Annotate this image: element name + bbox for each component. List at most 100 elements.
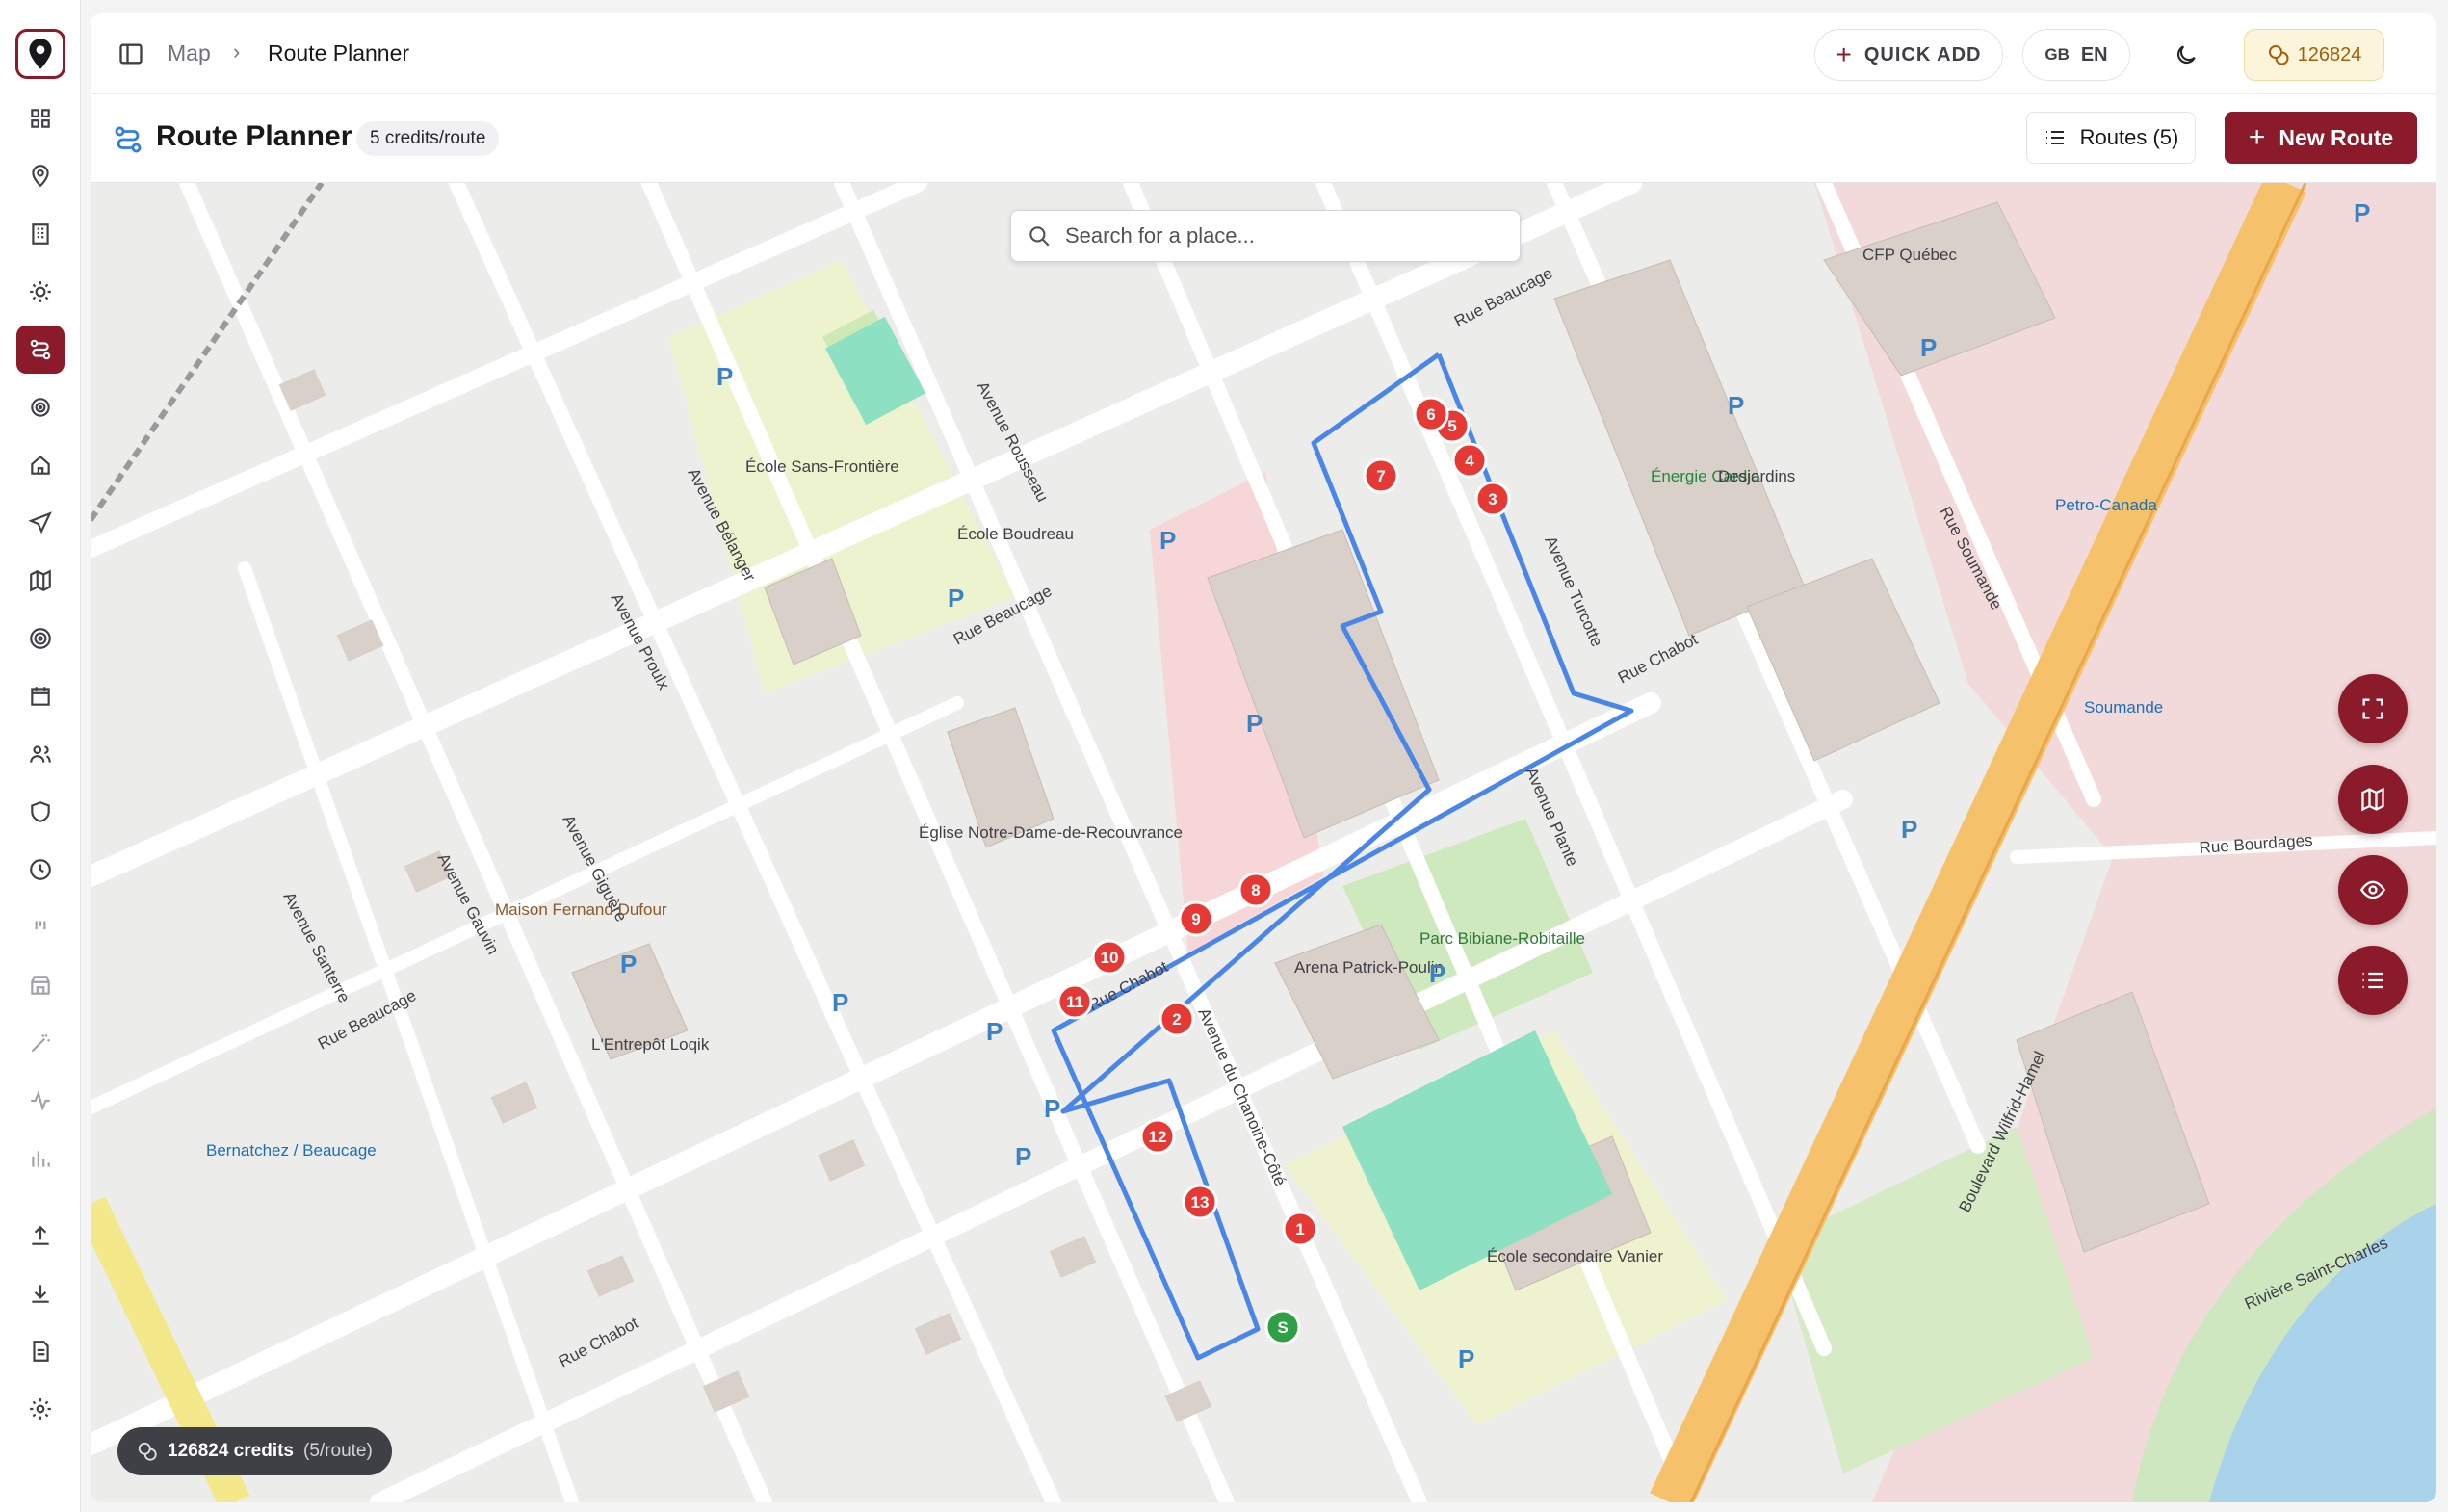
language-label: EN — [2080, 43, 2108, 65]
place-search[interactable] — [1010, 210, 1521, 262]
calendar-icon — [31, 687, 50, 706]
buildings-button[interactable] — [16, 210, 65, 258]
map-base: Rue Beaucage Rue Beaucage Rue Beaucage R… — [91, 183, 2436, 1502]
map-icon — [2361, 787, 2384, 812]
route-list-fab[interactable] — [2338, 946, 2408, 1015]
documents-button[interactable] — [16, 1327, 65, 1375]
theme-toggle-button[interactable] — [2149, 29, 2223, 81]
left-rail — [0, 0, 81, 1512]
credits-value: 126824 — [2297, 43, 2362, 65]
svg-text:P: P — [948, 584, 964, 613]
security-button[interactable] — [16, 788, 65, 836]
building-icon — [32, 223, 49, 245]
credits-toast: 126824 credits (5/route) — [117, 1427, 392, 1475]
app-logo[interactable] — [15, 29, 65, 79]
quick-add-label: QUICK ADD — [1863, 43, 1982, 65]
credits-toast-amount: 126824 credits — [168, 1441, 294, 1461]
fullscreen-button[interactable] — [2338, 674, 2408, 743]
breadcrumb-separator: › — [233, 39, 241, 64]
svg-text:P: P — [1458, 1344, 1474, 1373]
stats-button[interactable] — [16, 1134, 65, 1183]
targets-button[interactable] — [16, 383, 65, 431]
svg-text:P: P — [1044, 1094, 1060, 1123]
bar-chart-icon — [32, 1151, 50, 1167]
radar-button[interactable] — [16, 614, 65, 663]
eye-icon — [2359, 880, 2386, 899]
crosshair-icon — [31, 398, 50, 417]
svg-text:P: P — [1159, 526, 1176, 555]
route-icon — [115, 126, 142, 153]
flag-icon: GB — [2044, 45, 2070, 64]
navigate-button[interactable] — [16, 499, 65, 547]
bars-button[interactable] — [16, 903, 65, 952]
route-icon — [30, 339, 51, 360]
language-button[interactable]: GB EN — [2022, 29, 2130, 81]
settings-button[interactable] — [16, 1385, 65, 1433]
label-petro: Petro-Canada — [2055, 496, 2157, 514]
calendar-button[interactable] — [16, 672, 65, 720]
credits-toast-rate: (5/route) — [303, 1441, 373, 1461]
route-planner-button[interactable] — [16, 326, 65, 374]
label-rue-beaucage-1: Rue Beaucage — [1451, 264, 1555, 331]
gear-icon — [30, 1398, 51, 1420]
grid-icon — [31, 109, 50, 128]
page-header: Route Planner 5 credits/route Routes (5)… — [91, 94, 2436, 183]
upload-button[interactable] — [16, 1212, 65, 1260]
plus-icon: + — [2248, 121, 2266, 153]
activity-button[interactable] — [16, 1077, 65, 1125]
dashboard-button[interactable] — [16, 94, 65, 143]
download-button[interactable] — [16, 1269, 65, 1317]
quick-add-button[interactable]: + QUICK ADD — [1814, 29, 2003, 81]
svg-text:P: P — [2354, 198, 2370, 227]
document-icon — [33, 1341, 49, 1362]
users-icon — [30, 745, 51, 763]
svg-text:P: P — [620, 950, 637, 978]
shield-icon — [31, 801, 50, 822]
moon-icon — [2176, 45, 2196, 65]
svg-text:P: P — [1901, 815, 1917, 844]
search-input[interactable] — [1065, 223, 1489, 248]
radar-icon — [30, 628, 51, 649]
label-arena: Arena Patrick-Poulin — [1294, 958, 1444, 977]
maps-button[interactable] — [16, 557, 65, 605]
label-rue-chabot-1: Rue Chabot — [1615, 630, 1701, 688]
history-button[interactable] — [16, 846, 65, 894]
search-icon — [1029, 226, 1050, 247]
store-button[interactable] — [16, 961, 65, 1009]
map-layers-button[interactable] — [2338, 765, 2408, 834]
routes-list-button[interactable]: Routes (5) — [2026, 112, 2196, 164]
credits-balance[interactable]: 126824 — [2244, 29, 2384, 81]
svg-text:P: P — [1429, 959, 1445, 988]
home-icon — [31, 455, 50, 475]
visibility-button[interactable] — [2338, 855, 2408, 925]
sun-button[interactable] — [16, 268, 65, 316]
label-rue-chabot-3: Rue Chabot — [556, 1314, 641, 1370]
users-button[interactable] — [16, 730, 65, 778]
breadcrumb-current: Route Planner — [268, 40, 410, 65]
svg-text:P: P — [1015, 1142, 1031, 1171]
label-cfp: CFP Québec — [1862, 246, 1957, 264]
svg-text:P: P — [1728, 391, 1744, 420]
label-desjardins: Desjardins — [1718, 467, 1795, 485]
label-ecole-vanier: École secondaire Vanier — [1487, 1247, 1663, 1265]
location-icon — [32, 165, 49, 188]
sidebar-toggle-icon[interactable] — [117, 40, 144, 67]
upload-icon — [32, 1225, 49, 1245]
new-route-button[interactable]: + New Route — [2225, 112, 2417, 164]
label-maison: Maison Fernand Dufour — [495, 900, 667, 919]
list-icon — [2362, 972, 2383, 989]
activity-icon — [31, 1090, 50, 1111]
map-pin-icon — [29, 39, 52, 69]
svg-text:P: P — [716, 362, 733, 391]
svg-text:P: P — [1246, 709, 1263, 738]
send-icon — [28, 511, 52, 534]
map-icon — [30, 569, 51, 592]
map-canvas[interactable]: Rue Beaucage Rue Beaucage Rue Beaucage R… — [91, 183, 2436, 1502]
home-button[interactable] — [16, 441, 65, 489]
routes-list-label: Routes (5) — [2079, 125, 2179, 149]
magic-button[interactable] — [16, 1019, 65, 1067]
label-parc: Parc Bibiane-Robitaille — [1419, 929, 1585, 948]
breadcrumb-map[interactable]: Map — [168, 40, 211, 66]
locations-button[interactable] — [16, 152, 65, 200]
label-entrepot: L'Entrepôt Loqik — [591, 1035, 710, 1054]
